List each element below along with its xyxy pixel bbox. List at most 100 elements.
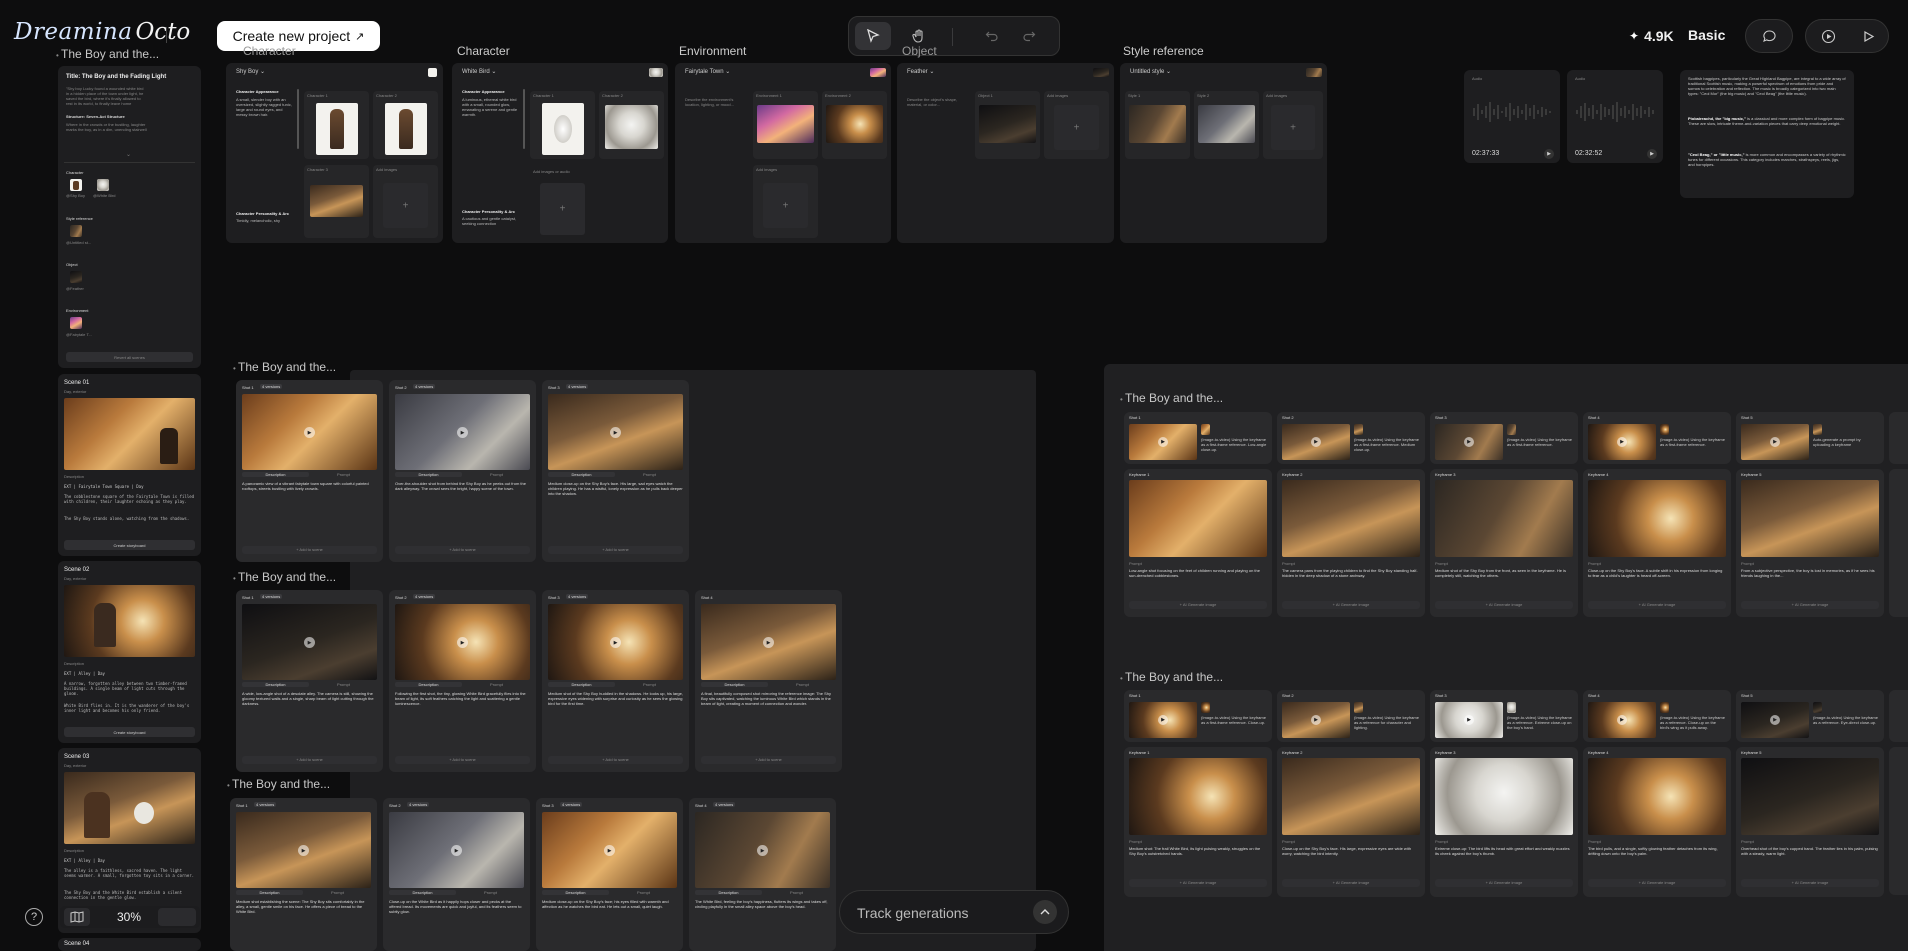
expand-chevron-icon[interactable]: ⌄: [126, 151, 131, 158]
asset-slot[interactable]: Environment 2: [822, 91, 887, 159]
credits[interactable]: ✦ 4.9K: [1629, 26, 1674, 46]
slot-image[interactable]: [316, 103, 358, 155]
keyframe-image[interactable]: [1741, 758, 1879, 835]
zoom-value[interactable]: 30%: [117, 910, 141, 924]
storyboard-title[interactable]: The Boy and the...: [227, 777, 330, 791]
shot-play-button[interactable]: ▶: [451, 845, 462, 856]
map-button[interactable]: [64, 908, 90, 926]
create-storyboard-button[interactable]: Create storyboard: [64, 540, 195, 550]
slot-image[interactable]: [1198, 105, 1255, 143]
generate-image-button[interactable]: + AI Generate image: [1435, 879, 1573, 887]
generate-image-button[interactable]: + AI Generate image: [1129, 601, 1267, 609]
add-image-button[interactable]: [763, 183, 808, 228]
video-play-button[interactable]: ▶: [1617, 437, 1627, 447]
asset-slot[interactable]: Character 2: [599, 91, 664, 159]
video-play-button[interactable]: ▶: [1464, 437, 1474, 447]
select-tool-button[interactable]: [855, 22, 891, 50]
slot-image[interactable]: [605, 105, 658, 149]
shot-card[interactable]: Shot 3 4 versions ▶ Description Prompt Medium…: [542, 590, 689, 772]
shot-image[interactable]: ▶: [548, 604, 683, 680]
asset-thumb[interactable]: [649, 68, 663, 77]
prompt-tab[interactable]: Prompt: [457, 890, 524, 895]
shot-play-button[interactable]: ▶: [298, 845, 309, 856]
add-to-scene-button[interactable]: + Add to scene: [242, 546, 377, 554]
zoom-slot[interactable]: [158, 908, 196, 926]
keyframe-image[interactable]: [1435, 480, 1573, 557]
video-group-title[interactable]: The Boy and the...: [1120, 670, 1223, 684]
shot-versions-badge[interactable]: 4 versions: [560, 802, 583, 807]
video-thumbnail[interactable]: ▶: [1435, 702, 1503, 738]
prompt-tab[interactable]: Prompt: [463, 682, 530, 687]
video-thumbnail[interactable]: ▶: [1741, 424, 1809, 460]
shot-versions-badge[interactable]: 4 versions: [260, 594, 283, 599]
keyframe-card[interactable]: Keyframe 3 Prompt Extreme close-up: The bi…: [1430, 747, 1578, 897]
help-button[interactable]: ?: [25, 908, 43, 926]
shot-versions-badge[interactable]: 4 versions: [407, 802, 430, 807]
keyframe-card[interactable]: Keyframe 4 Prompt Close-up on the Shy Boy'…: [1583, 469, 1731, 617]
video-play-button[interactable]: ▶: [1311, 715, 1321, 725]
asset-slot[interactable]: Style 2: [1194, 91, 1259, 159]
track-generations-bar[interactable]: Track generations: [839, 890, 1069, 934]
video-shot-card[interactable]: Shot 4 ▶ (Image-to-video) Using the keyfra…: [1583, 690, 1731, 742]
shot-card[interactable]: Shot 4 ▶ Description Prompt A final, beautif…: [695, 590, 842, 772]
description-tab[interactable]: Description: [548, 682, 615, 687]
generate-image-button[interactable]: + AI Generate image: [1282, 879, 1420, 887]
canvas[interactable]: Dreamina Octo Create new project ↗ ✦ 4.9…: [0, 0, 1908, 951]
asset-slot[interactable]: Add images: [1044, 91, 1109, 159]
keyframe-mini-thumb[interactable]: [1354, 702, 1363, 713]
generate-image-button[interactable]: + AI Generate image: [1588, 879, 1726, 887]
description-tab[interactable]: Description: [242, 682, 309, 687]
keyframe-mini-thumb[interactable]: [1354, 424, 1363, 435]
shot-image[interactable]: ▶: [242, 394, 377, 470]
shot-image[interactable]: ▶: [695, 812, 830, 888]
shot-versions-badge[interactable]: 4 versions: [260, 384, 283, 389]
redo-button[interactable]: [1014, 22, 1044, 50]
video-shot-card[interactable]: Shot 2 ▶ (Image-to-video) Using the keyfra…: [1277, 690, 1425, 742]
shot-play-button[interactable]: ▶: [610, 427, 621, 438]
description-tab[interactable]: Description: [389, 890, 456, 895]
prompt-tab[interactable]: Prompt: [616, 682, 683, 687]
audio-card[interactable]: Audio 02:37:33 ▶: [1464, 70, 1560, 163]
keyframe-image[interactable]: [1129, 758, 1267, 835]
environment-card[interactable]: Fairytale Town ⌄ Describe the environmen…: [675, 63, 891, 243]
audio-play-button[interactable]: ▶: [1647, 149, 1657, 159]
shot-versions-badge[interactable]: 4 versions: [566, 384, 589, 389]
keyframe-image[interactable]: [1588, 758, 1726, 835]
keyframe-card[interactable]: Keyframe 2 Prompt The camera pans from the…: [1277, 469, 1425, 617]
generate-image-button[interactable]: + AI Generate image: [1741, 879, 1879, 887]
keyframe-card[interactable]: Keyframe 3 Prompt Medium shot of the Shy B…: [1430, 469, 1578, 617]
add-to-scene-button[interactable]: + Add to scene: [701, 756, 836, 764]
description-tab[interactable]: Description: [236, 890, 303, 895]
scene-card[interactable]: Scene 02 Day, exterior Description EXT |…: [58, 561, 201, 743]
scene-card[interactable]: Scene 04: [58, 938, 201, 951]
video-play-button[interactable]: ▶: [1158, 715, 1168, 725]
keyframe-image[interactable]: [1129, 480, 1267, 557]
generate-image-button[interactable]: + AI Generate image: [1741, 601, 1879, 609]
scene-image[interactable]: [64, 772, 195, 844]
video-shot-card[interactable]: Shot 2 ▶ (Image-to-video) Using the keyfra…: [1277, 412, 1425, 464]
video-shot-card[interactable]: Shot 5 ▶ (Image-to-video) Using the keyfra…: [1736, 690, 1884, 742]
shot-card[interactable]: Shot 1 4 versions ▶ Description Prompt Medium…: [230, 798, 377, 951]
revert-all-scenes-button[interactable]: Revert all scenes: [66, 352, 193, 362]
shot-play-button[interactable]: ▶: [457, 427, 468, 438]
scrollbar[interactable]: [523, 89, 525, 149]
keyframe-card[interactable]: Keyframe 1 Prompt Low-angle shot focusing …: [1124, 469, 1272, 617]
prompt-tab[interactable]: Prompt: [463, 472, 530, 477]
shot-card[interactable]: Shot 1 4 versions ▶ Description Prompt A wide…: [236, 590, 383, 772]
shot-image[interactable]: ▶: [389, 812, 524, 888]
slot-image[interactable]: [826, 105, 883, 143]
asset-slot[interactable]: Style 1: [1125, 91, 1190, 159]
shot-image[interactable]: ▶: [242, 604, 377, 680]
asset-thumb[interactable]: [428, 68, 437, 77]
shot-image[interactable]: ▶: [236, 812, 371, 888]
play-button[interactable]: [1854, 24, 1882, 48]
keyframe-card[interactable]: Keyframe 4 Prompt The bird pulls, and a si…: [1583, 747, 1731, 897]
shot-card[interactable]: Shot 3 4 versions ▶ Description Prompt Medium…: [536, 798, 683, 951]
slot-image[interactable]: [310, 185, 363, 217]
note-card[interactable]: Scottish bagpipes, particularly the Grea…: [1680, 70, 1854, 198]
asset-slot[interactable]: Character 1: [304, 91, 369, 159]
keyframe-card[interactable]: [1889, 747, 1908, 895]
character-thumb-shy-boy[interactable]: [70, 179, 82, 191]
shot-play-button[interactable]: ▶: [304, 637, 315, 648]
create-project-button[interactable]: Create new project ↗: [217, 21, 380, 51]
